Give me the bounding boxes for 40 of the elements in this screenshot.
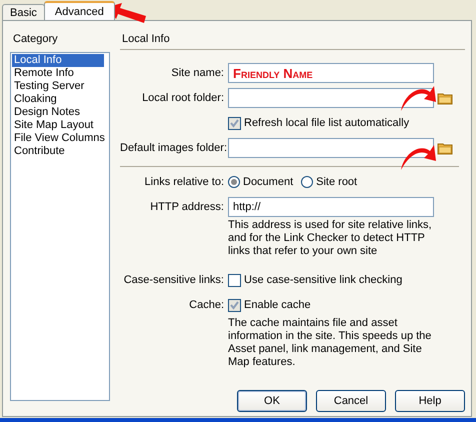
field-label: HTTP address:	[149, 201, 224, 213]
radio-button[interactable]	[301, 176, 314, 188]
category-item[interactable]: Testing Server	[12, 80, 104, 93]
help-text: This address is used for site relative links, and for the Link Checker to detect HTTP links that refer to your own site	[228, 219, 433, 258]
checkbox[interactable]	[228, 116, 241, 130]
tab[interactable]: Advanced	[44, 1, 115, 20]
folder-icon[interactable]	[437, 141, 453, 155]
checkbox-label[interactable]: Use case-sensitive link checking	[244, 274, 402, 286]
dialog-button[interactable]: Cancel	[316, 390, 386, 412]
field-label: Site name:	[170, 67, 224, 79]
radio-label[interactable]: Site root	[316, 176, 358, 188]
text-field[interactable]: Friendly Name	[228, 63, 434, 83]
field-label: Links relative to:	[144, 176, 224, 188]
category-item[interactable]: Contribute	[12, 145, 104, 158]
field-label: Case-sensitive links:	[122, 274, 224, 286]
category-item[interactable]: Remote Info	[12, 67, 104, 80]
category-item[interactable]: Design Notes	[12, 106, 104, 119]
checkbox[interactable]	[228, 298, 241, 312]
text-field[interactable]	[228, 138, 434, 158]
category-item[interactable]: Cloaking	[12, 93, 104, 106]
radio-label[interactable]: Document	[243, 176, 294, 188]
checkbox-label[interactable]: Enable cache	[244, 299, 311, 311]
help-text: The cache maintains file and asset information in the site. This speeds up the Asset panel, link management, and Site Map features.	[228, 317, 432, 369]
checkbox-label[interactable]: Refresh local file list automatically	[244, 117, 410, 129]
text-field[interactable]: http://	[228, 197, 434, 217]
folder-icon[interactable]	[437, 91, 453, 105]
category-item[interactable]: Site Map Layout	[12, 119, 104, 132]
dialog-button[interactable]: Help	[395, 390, 465, 412]
radio-button[interactable]	[228, 176, 240, 188]
category-item[interactable]: File View Columns	[12, 132, 107, 145]
field-label: Default images folder:	[120, 142, 224, 154]
field-label: Local root folder:	[141, 92, 224, 104]
text-field[interactable]	[228, 88, 434, 108]
field-label: Cache:	[188, 299, 224, 311]
checkbox[interactable]	[228, 274, 241, 286]
section-title: Local Info	[121, 33, 171, 47]
dialog-button[interactable]: OK	[237, 390, 307, 412]
category-label: Category	[13, 33, 59, 47]
category-item[interactable]: Local Info	[12, 54, 104, 67]
tab[interactable]: Basic	[2, 4, 45, 20]
